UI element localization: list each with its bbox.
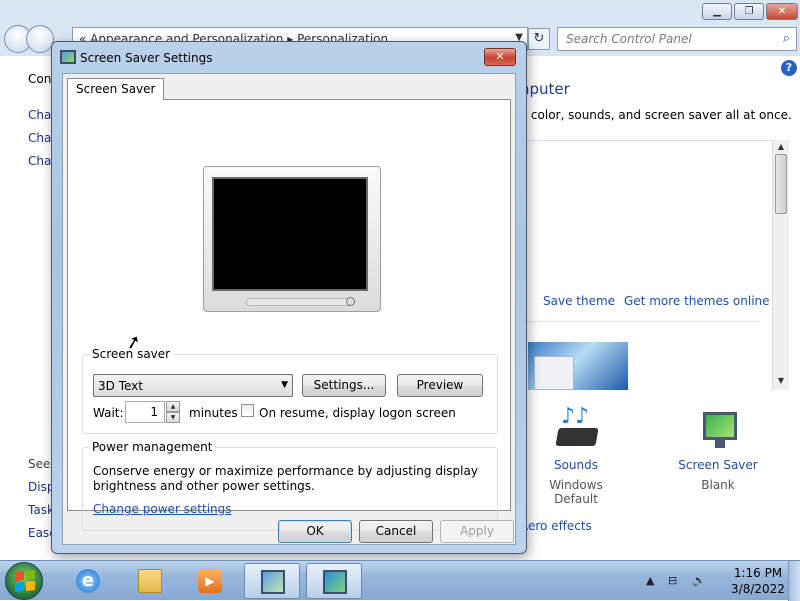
preview-button[interactable]: Preview xyxy=(397,374,483,397)
control-panel-icon xyxy=(261,570,285,594)
dialog-title: Screen Saver Settings xyxy=(80,51,213,65)
taskbar-control-panel[interactable] xyxy=(244,563,300,599)
chevron-down-icon[interactable]: ▼ xyxy=(281,380,288,390)
stepper-down-icon[interactable]: ▼ xyxy=(166,412,180,423)
screen-saver-group: Screen saver 3D Text ▼ Settings... Previ… xyxy=(82,347,498,434)
stepper-up-icon[interactable]: ▲ xyxy=(166,401,180,412)
clock-date[interactable]: 3/8/2022 xyxy=(728,582,788,596)
sounds-value: Windows Default xyxy=(549,478,603,506)
theme-separator xyxy=(520,321,760,322)
screen-saver-icon xyxy=(323,570,347,594)
search-input[interactable]: Search Control Panel ⌕ xyxy=(557,27,797,51)
settings-button[interactable]: Settings... xyxy=(302,374,386,397)
scroll-down-icon[interactable]: ▼ xyxy=(773,376,789,385)
wait-minutes-stepper[interactable]: ▲ ▼ xyxy=(166,401,182,423)
dialog-body: Screen Saver Screen saver 3D Text ▼ Sett… xyxy=(62,73,516,545)
sounds-icon: ♪♪ xyxy=(553,404,599,452)
nav-item-2[interactable]: Cha xyxy=(28,131,51,145)
see-also-heading: See xyxy=(28,457,51,471)
maximize-button[interactable]: ❐ xyxy=(734,3,764,20)
taskbar-media-player[interactable]: ▶ xyxy=(182,563,238,599)
theme-thumbnail-secondary[interactable] xyxy=(534,356,574,390)
theme-scrollbar[interactable]: ▲ ▼ xyxy=(772,140,789,390)
page-heading: nputer xyxy=(520,80,570,98)
taskbar-internet-explorer[interactable]: e xyxy=(60,563,116,599)
start-button[interactable] xyxy=(5,562,43,600)
power-description: Conserve energy or maximize performance … xyxy=(93,464,478,493)
taskbar: e ▶ ▲ ⊟ 🔈 1:16 PM 3/8/2022 xyxy=(0,560,800,601)
dialog-close-button[interactable]: ✕ xyxy=(484,48,516,66)
nav-home-partial[interactable]: Con xyxy=(28,72,51,86)
tab-panel: Screen saver 3D Text ▼ Settings... Previ… xyxy=(67,99,511,531)
apply-button: Apply xyxy=(440,520,514,543)
folder-icon xyxy=(138,569,162,593)
save-theme-link[interactable]: Save theme xyxy=(543,294,615,308)
wait-minutes-input[interactable]: 1 xyxy=(125,401,165,423)
refresh-icon[interactable]: ↻ xyxy=(528,28,550,50)
scroll-up-icon[interactable]: ▲ xyxy=(773,142,789,151)
sounds-setting[interactable]: ♪♪ Sounds Windows Default xyxy=(526,404,626,506)
monitor-preview-screen xyxy=(212,177,368,291)
scroll-thumb[interactable] xyxy=(775,154,787,214)
close-button[interactable]: ✕ xyxy=(766,3,798,20)
media-player-icon: ▶ xyxy=(198,569,222,593)
show-desktop-button[interactable] xyxy=(788,561,800,601)
show-hidden-icons-icon[interactable]: ▲ xyxy=(646,574,654,587)
screensaver-setting[interactable]: Screen Saver Blank xyxy=(668,406,768,492)
ok-button[interactable]: OK xyxy=(278,520,352,543)
on-resume-checkbox[interactable] xyxy=(241,404,254,417)
forward-button[interactable] xyxy=(26,25,54,53)
nav-item-1[interactable]: Cha xyxy=(28,108,51,122)
screen-saver-dialog: Screen Saver Settings ✕ Screen Saver Scr… xyxy=(51,41,527,554)
cancel-button[interactable]: Cancel xyxy=(359,520,433,543)
windows-logo-icon xyxy=(15,569,35,593)
help-icon[interactable]: ? xyxy=(781,60,797,76)
wait-label: Wait: xyxy=(93,406,124,420)
clock-time[interactable]: 1:16 PM xyxy=(728,566,788,580)
screen-saver-dialog-icon xyxy=(60,50,76,64)
screen-saver-select[interactable]: 3D Text ▼ xyxy=(93,374,293,397)
tab-screen-saver[interactable]: Screen Saver xyxy=(67,78,165,100)
on-resume-label[interactable]: On resume, display logon screen xyxy=(259,406,456,420)
change-power-settings-link[interactable]: Change power settings xyxy=(93,502,232,516)
screen-saver-selected: 3D Text xyxy=(98,379,143,393)
aero-effects-link[interactable]: Aero effects xyxy=(520,519,592,533)
search-placeholder: Search Control Panel xyxy=(566,32,692,46)
volume-muted-icon[interactable]: 🔈 xyxy=(692,574,706,587)
screensaver-icon xyxy=(695,406,741,452)
power-group-label: Power management xyxy=(89,440,216,454)
search-icon[interactable]: ⌕ xyxy=(783,31,790,46)
minutes-label: minutes xyxy=(189,406,238,420)
power-management-group: Power management Conserve energy or maxi… xyxy=(82,440,498,531)
screensaver-value: Blank xyxy=(701,478,735,492)
minimize-button[interactable]: ▁ xyxy=(702,3,732,20)
page-description: v color, sounds, and screen saver all at… xyxy=(520,108,792,122)
internet-explorer-icon: e xyxy=(76,569,100,593)
screensaver-label[interactable]: Screen Saver xyxy=(668,458,768,472)
system-tray: ▲ ⊟ 🔈 1:16 PM 3/8/2022 xyxy=(640,561,800,601)
taskbar-screen-saver[interactable] xyxy=(306,563,362,599)
get-more-themes-link[interactable]: Get more themes online xyxy=(624,294,770,308)
monitor-bezel-bar xyxy=(246,298,354,306)
monitor-preview xyxy=(203,166,381,312)
network-icon[interactable]: ⊟ xyxy=(668,574,677,587)
sounds-label[interactable]: Sounds xyxy=(526,458,626,472)
monitor-power-led xyxy=(346,297,355,306)
nav-item-3[interactable]: Cha xyxy=(28,154,51,168)
taskbar-explorer[interactable] xyxy=(122,563,178,599)
